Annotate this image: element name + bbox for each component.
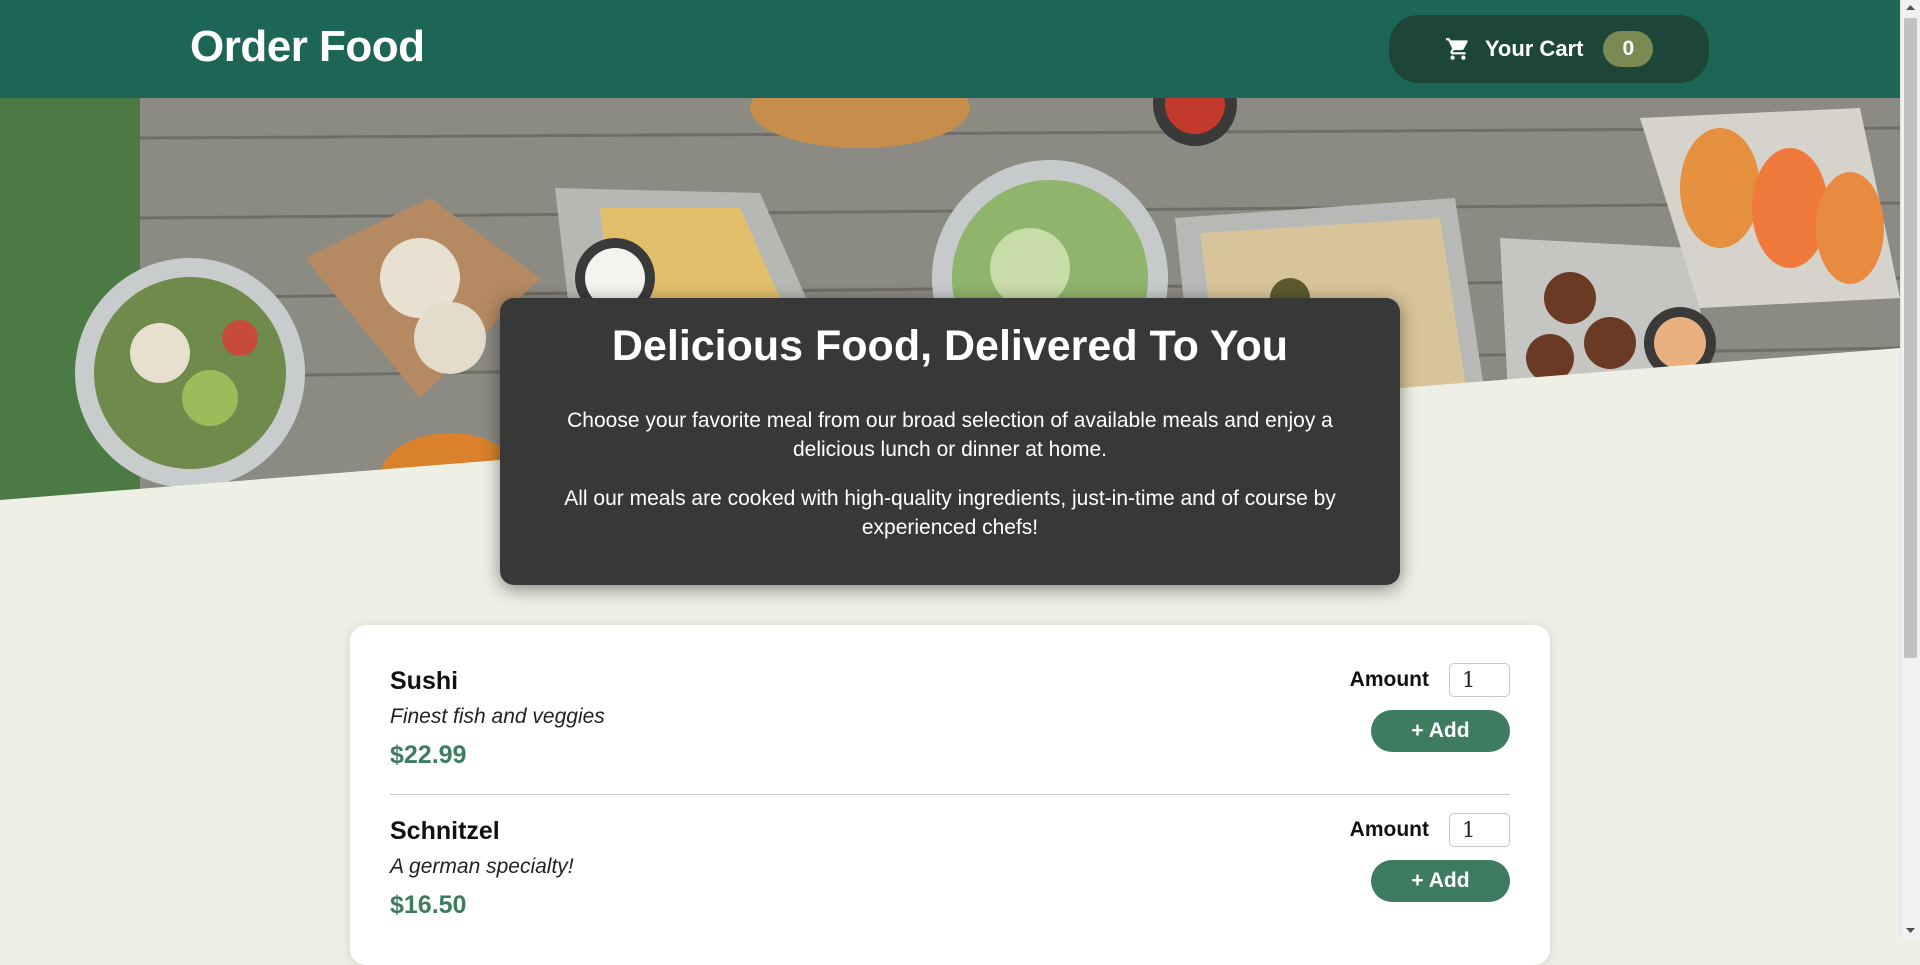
meal-item: Sushi Finest fish and veggies $22.99 Amo… [390,645,1510,795]
scroll-up-arrow-icon[interactable] [1901,0,1920,16]
amount-input[interactable] [1449,663,1510,697]
meal-item: Schnitzel A german specialty! $16.50 Amo… [390,795,1510,945]
summary-title: Delicious Food, Delivered To You [611,322,1289,370]
meal-name: Sushi [390,667,459,695]
add-button[interactable]: + Add [1371,710,1510,752]
vertical-scrollbar[interactable] [1900,0,1920,938]
amount-row: Amount [1350,813,1510,847]
meal-description: A german specialty! [390,855,574,878]
cart-count-badge: 0 [1603,31,1654,67]
summary-paragraph: All our meals are cooked with high-quali… [564,487,1336,539]
cart-button[interactable]: Your Cart 0 [1389,15,1709,83]
summary-card: Delicious Food, Delivered To You Choose … [500,298,1400,585]
scroll-down-arrow-icon[interactable] [1901,922,1920,938]
amount-label: Amount [1349,818,1429,841]
brand-title: Order Food [190,22,425,71]
cart-label: Your Cart [1484,36,1584,61]
app-header: Order Food Your Cart 0 [0,0,1900,98]
amount-row: Amount [1350,663,1510,697]
meal-price: $22.99 [390,741,467,769]
meal-price: $16.50 [390,891,467,919]
summary-paragraph: Choose your favorite meal from our broad… [567,409,1333,461]
amount-input[interactable] [1449,813,1510,847]
meal-name: Schnitzel [390,817,500,845]
shopping-cart-icon [1445,38,1468,60]
scrollbar-thumb[interactable] [1904,18,1917,658]
amount-label: Amount [1349,668,1429,691]
meal-description: Finest fish and veggies [390,705,605,728]
add-button[interactable]: + Add [1371,860,1510,902]
meals-list: Sushi Finest fish and veggies $22.99 Amo… [350,625,1550,965]
